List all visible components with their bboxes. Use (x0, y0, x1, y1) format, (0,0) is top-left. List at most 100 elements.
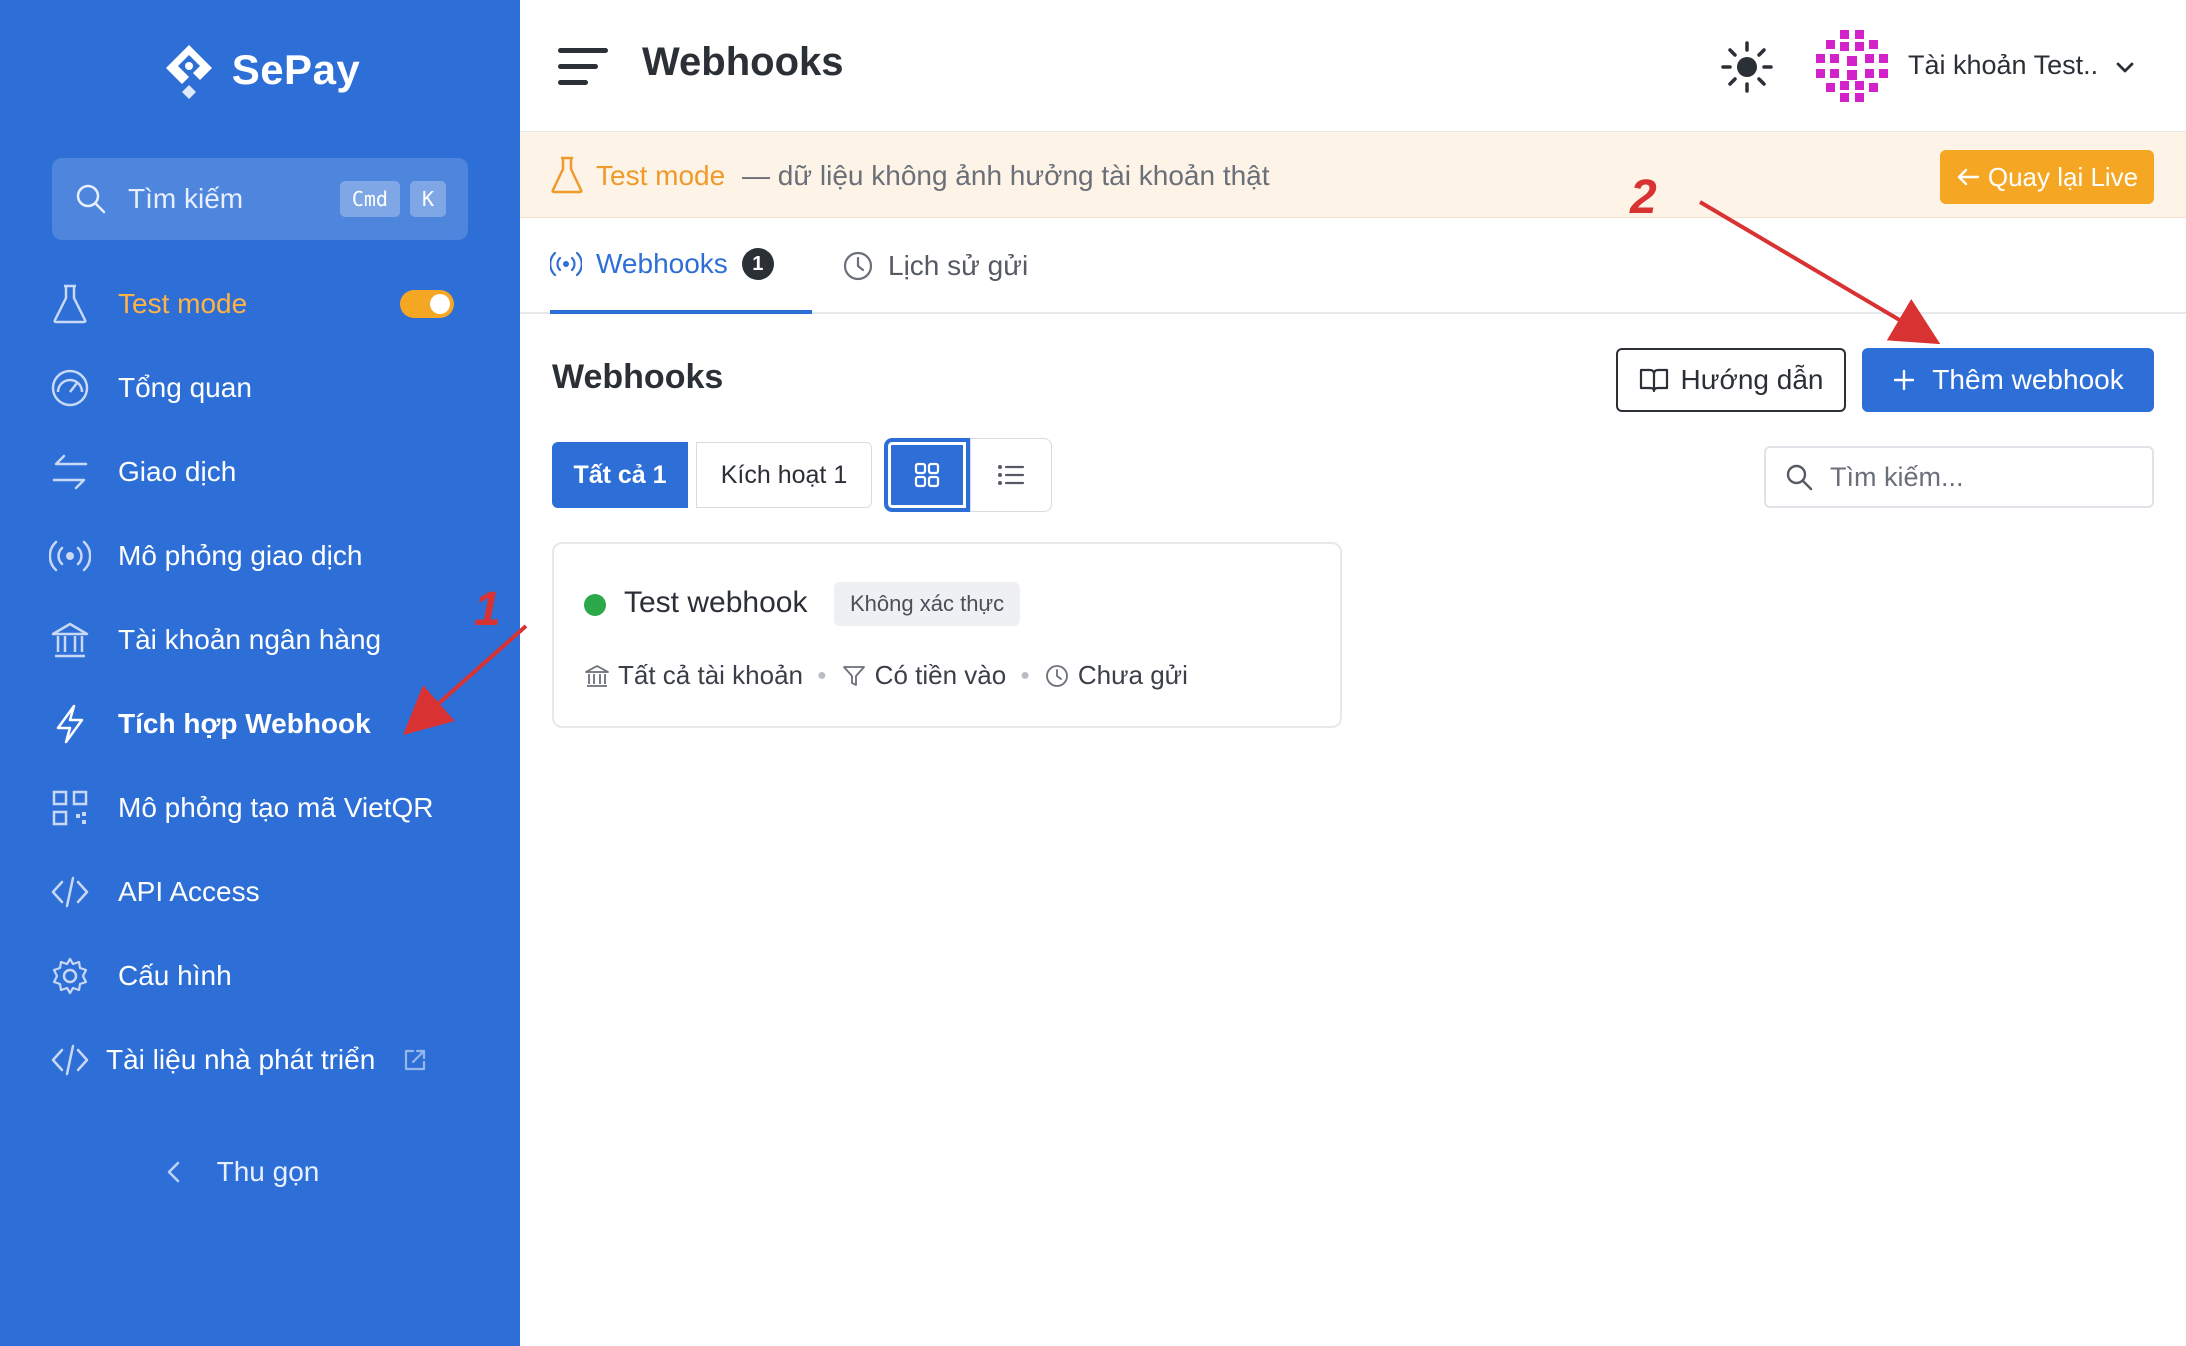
grid-icon (914, 462, 940, 488)
shortcut-key-k: K (409, 181, 446, 217)
test-mode-banner: Test mode — dữ liệu không ảnh hưởng tài … (520, 132, 2186, 218)
page-title: Webhooks (642, 40, 844, 84)
accounts-label: Tất cả tài khoản (618, 660, 803, 690)
clock-icon (843, 251, 873, 281)
shortcut-key-cmd: Cmd (339, 181, 400, 217)
annotation-step-2: 2 (1630, 171, 1657, 224)
collapse-sidebar-button[interactable]: Thu gọn (0, 1142, 520, 1202)
brand-logo[interactable]: SePay (0, 30, 520, 110)
broadcast-icon (48, 534, 92, 578)
top-header: Webhooks Tài khoản Test.. (520, 0, 2186, 132)
guide-label: Hướng dẫn (1680, 364, 1824, 395)
tab-webhooks[interactable]: Webhooks 1 (550, 218, 812, 314)
webhook-meta: Tất cả tài khoản ● Có tiền vào ● Chưa gử… (584, 660, 1188, 691)
separator-dot: ● (817, 666, 827, 684)
section-title: Webhooks (552, 358, 724, 396)
back-to-live-button[interactable]: Quay lại Live (1940, 150, 2154, 204)
brand-name: SePay (231, 46, 361, 93)
tab-send-history[interactable]: Lịch sử gửi (842, 218, 1028, 314)
code-icon (48, 1038, 92, 1082)
tab-label: Lịch sử gửi (888, 250, 1029, 281)
sidebar-item-overview[interactable]: Tổng quan (0, 346, 520, 430)
sidebar-item-label: Tích hợp Webhook (118, 708, 371, 739)
gear-icon (48, 954, 92, 998)
sidebar-item-label: Cấu hình (118, 960, 232, 991)
chevron-down-icon[interactable] (2114, 56, 2136, 78)
search-icon (76, 184, 106, 214)
collapse-label: Thu gọn (216, 1156, 320, 1187)
sidebar-search[interactable]: Tìm kiếm Cmd K (52, 158, 468, 240)
sidebar-item-label: Mô phỏng tạo mã VietQR (118, 792, 434, 823)
sidebar-item-developer-docs[interactable]: Tài liệu nhà phát triển (0, 1018, 520, 1102)
status-dot (584, 594, 606, 616)
view-toggle (884, 438, 1052, 512)
external-link-icon (405, 1049, 426, 1071)
clock-icon (1045, 664, 1068, 687)
list-view-button[interactable] (970, 438, 1052, 512)
filter-all[interactable]: Tất cả 1 (552, 442, 688, 508)
event-label: Có tiền vào (874, 660, 1007, 690)
banner-description: — dữ liệu không ảnh hưởng tài khoản thật (742, 160, 1270, 191)
plus-icon (1894, 369, 1915, 391)
sidebar-item-label: Tổng quan (118, 372, 252, 403)
sidebar-item-transactions[interactable]: Giao dịch (0, 430, 520, 514)
webhook-search[interactable] (1764, 446, 2154, 508)
sidebar-item-label: Mô phỏng giao dịch (118, 540, 363, 571)
flask-icon (551, 156, 583, 194)
avatar[interactable] (1810, 24, 1894, 108)
account-name[interactable]: Tài khoản Test.. (1908, 50, 2098, 81)
sidebar-item-label: Tài khoản ngân hàng (118, 624, 382, 655)
guide-button[interactable]: Hướng dẫn (1616, 348, 1846, 412)
sidebar-item-test-mode[interactable]: Test mode (0, 262, 520, 346)
banner-mode-label: Test mode (596, 160, 726, 191)
status-filters: Tất cả 1 Kích hoạt 1 (552, 442, 872, 508)
back-to-live-label: Quay lại Live (1987, 161, 2139, 192)
lightning-icon (48, 702, 92, 746)
tabs: Webhooks 1 Lịch sử gửi (520, 218, 2186, 314)
code-icon (48, 870, 92, 914)
meta-sent: Chưa gửi (1044, 660, 1188, 691)
meta-accounts: Tất cả tài khoản (584, 660, 803, 691)
webhook-name: Test webhook (624, 586, 808, 619)
add-webhook-button[interactable]: Thêm webhook (1862, 348, 2154, 412)
sun-icon[interactable] (1720, 40, 1774, 94)
book-icon (1639, 368, 1668, 393)
menu-icon[interactable] (558, 44, 608, 88)
sidebar-item-webhook-integration[interactable]: Tích hợp Webhook (0, 682, 520, 766)
sidebar-item-label: Giao dịch (118, 456, 237, 487)
search-icon (1786, 464, 1813, 491)
sepay-logo-icon (165, 45, 212, 99)
arrow-left-icon (1957, 168, 1980, 186)
bank-icon (48, 618, 92, 662)
sidebar-nav: Test mode Tổng quan Giao dịch Mô phỏng g… (0, 262, 520, 1102)
tab-label: Webhooks (596, 248, 728, 279)
test-mode-toggle[interactable] (400, 290, 454, 318)
grid-view-button[interactable] (884, 438, 970, 512)
sent-label: Chưa gửi (1077, 660, 1188, 690)
count-badge: 1 (741, 248, 774, 280)
annotation-step-1: 1 (474, 583, 501, 636)
webhook-search-input[interactable] (1830, 461, 2150, 493)
sidebar-item-simulate-transaction[interactable]: Mô phỏng giao dịch (0, 514, 520, 598)
dashboard-icon (48, 366, 92, 410)
chevron-left-icon (167, 1161, 179, 1183)
filter-icon (842, 665, 865, 686)
sidebar-search-placeholder: Tìm kiếm (128, 183, 244, 214)
transfer-icon (48, 450, 92, 494)
sidebar-item-bank-accounts[interactable]: Tài khoản ngân hàng (0, 598, 520, 682)
sidebar: SePay Tìm kiếm Cmd K Test mode Tổng quan (0, 0, 520, 1346)
sidebar-item-label: Tài liệu nhà phát triển (106, 1044, 376, 1075)
sidebar-item-label: API Access (118, 876, 260, 907)
sidebar-item-vietqr-simulation[interactable]: Mô phỏng tạo mã VietQR (0, 766, 520, 850)
sidebar-item-api-access[interactable]: API Access (0, 850, 520, 934)
filter-active[interactable]: Kích hoạt 1 (696, 442, 872, 508)
bank-icon (585, 664, 609, 687)
flask-icon (48, 282, 92, 326)
separator-dot: ● (1020, 666, 1030, 684)
auth-badge: Không xác thực (834, 582, 1021, 626)
sidebar-item-label: Test mode (118, 288, 248, 319)
broadcast-icon (550, 251, 582, 277)
webhook-card[interactable]: Test webhook Không xác thực Tất cả tài k… (552, 542, 1342, 728)
sidebar-item-settings[interactable]: Cấu hình (0, 934, 520, 1018)
add-webhook-label: Thêm webhook (1932, 364, 2124, 395)
